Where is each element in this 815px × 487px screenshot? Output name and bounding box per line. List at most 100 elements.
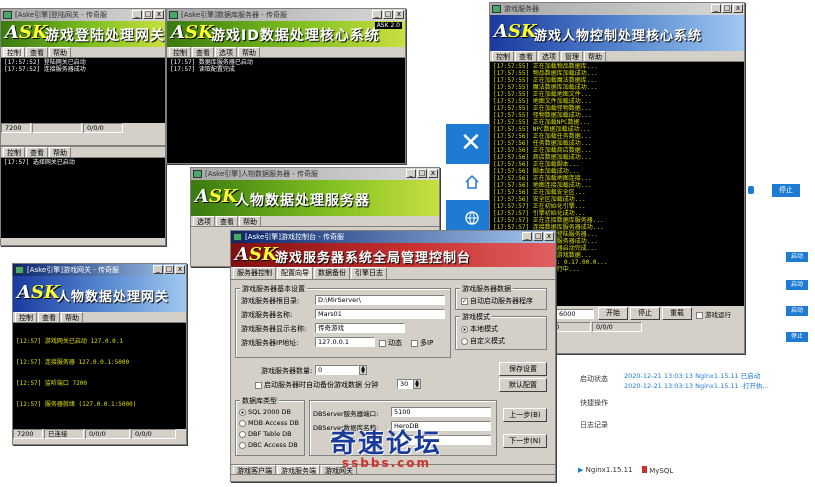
- tab-engine-log[interactable]: 引擎日志: [351, 267, 387, 279]
- ip-input[interactable]: 127.0.0.1: [315, 337, 375, 347]
- backup-minutes-input[interactable]: 30: [397, 379, 413, 389]
- menu-help[interactable]: 帮助: [238, 47, 260, 57]
- server-count-label: 游戏服务器数量:: [261, 367, 313, 375]
- service-nginx[interactable]: ▶ Nginx1.15.11: [578, 466, 633, 474]
- ask-logo: ASK: [494, 21, 537, 42]
- db-mdb-radio[interactable]: MDB Access DB: [239, 419, 299, 427]
- close-button[interactable]: x: [733, 4, 743, 13]
- menu-view[interactable]: 查看: [515, 51, 537, 61]
- maximize-button[interactable]: □: [722, 4, 732, 13]
- db-port-input[interactable]: 5100: [391, 407, 491, 417]
- mode-custom-radio[interactable]: 自定义模式: [461, 336, 505, 346]
- tab-server[interactable]: 游戏服务端: [277, 465, 320, 474]
- menu-control[interactable]: 控制: [15, 312, 37, 322]
- minimize-button[interactable]: _: [711, 4, 721, 13]
- db-sql2000-radio[interactable]: SQL 2000 DB: [239, 408, 291, 416]
- save-settings-button[interactable]: 保存设置: [499, 362, 547, 376]
- menu-view[interactable]: 查看: [26, 47, 48, 57]
- service-mysql[interactable]: MySQL: [642, 466, 673, 475]
- auto-start-checkbox[interactable]: ✓ 自动启动服务器程序: [461, 296, 533, 306]
- menu-bar: 控制 查看 选项 帮助: [167, 47, 405, 58]
- menu-options[interactable]: 选项: [538, 51, 560, 61]
- menu-options[interactable]: 选项: [193, 216, 215, 226]
- status-bar: 7200 已连接 0/0/0 0/0/0: [13, 429, 186, 439]
- menu-control[interactable]: 控制: [3, 47, 25, 57]
- globe-icon[interactable]: [464, 210, 480, 226]
- log-line-1: 2020-12-21 13:03:13 Nginx1.15.11 已启动: [624, 372, 761, 380]
- tab-client[interactable]: 游戏客户端: [233, 465, 276, 474]
- menu-view[interactable]: 查看: [216, 216, 238, 226]
- title-bar: [Aske引擎]人物数据服务器 - 传奇服 _ □ x: [191, 168, 439, 180]
- display-name-input[interactable]: 传奇游戏: [315, 323, 405, 333]
- side-start-button-1[interactable]: 启动: [786, 252, 808, 262]
- auto-backup-checkbox[interactable]: 启动服务器时自动备份游戏数据 分钟: [255, 380, 378, 390]
- close-button[interactable]: x: [394, 10, 404, 19]
- menu-view[interactable]: 查看: [26, 147, 48, 157]
- server-count-input[interactable]: 0: [315, 365, 359, 375]
- log-line: [17:57:55] 物品数据库加载成功...: [493, 70, 598, 77]
- reload-button[interactable]: 重载: [662, 307, 692, 320]
- menu-control[interactable]: 控制: [492, 51, 514, 61]
- default-config-button[interactable]: 默认配置: [499, 378, 547, 392]
- minimize-button[interactable]: _: [132, 10, 142, 19]
- stop-button[interactable]: 停止: [630, 307, 660, 320]
- maximize-button[interactable]: □: [417, 169, 427, 178]
- minimize-button[interactable]: _: [372, 10, 382, 19]
- menu-control[interactable]: 控制: [3, 147, 25, 157]
- dynamic-ip-checkbox[interactable]: 动态: [379, 338, 402, 348]
- log-line: [17:57:56] 脚本加载成功...: [493, 168, 580, 175]
- side-start-button-2[interactable]: 启动: [786, 280, 808, 290]
- title-bar: [Aske引擎]数据库服务器 - 传奇服 _ □ x: [167, 9, 405, 21]
- log-line: [17:57] 读取配置完成: [170, 66, 235, 73]
- close-icon[interactable]: ✕: [460, 130, 482, 156]
- menu-control[interactable]: 控制: [169, 47, 191, 57]
- mode-local-radio[interactable]: 本地模式: [461, 324, 498, 334]
- backup-minutes-spinner[interactable]: ▲ ▼: [413, 379, 421, 389]
- menu-view[interactable]: 查看: [38, 312, 60, 322]
- maximize-button[interactable]: □: [533, 232, 543, 241]
- server-name-label: 游戏服务器名称:: [241, 311, 293, 319]
- header-stop-button[interactable]: 停止: [772, 184, 800, 197]
- server-count-spinner[interactable]: ▲ ▼: [359, 365, 367, 375]
- home-icon[interactable]: [464, 174, 480, 190]
- maximize-button[interactable]: □: [383, 10, 393, 19]
- server-name-input[interactable]: Mars01: [315, 309, 445, 319]
- log-line: [17:57:56] 地图连接加载成功...: [493, 182, 592, 189]
- next-step-button[interactable]: 下一步(N): [503, 434, 547, 448]
- tab-data-backup[interactable]: 数据备份: [314, 267, 350, 279]
- minimize-button[interactable]: _: [153, 265, 163, 274]
- tab-config-wizard[interactable]: 配置向导: [277, 267, 313, 279]
- log-line: [17:57:56] 正在加载安全区...: [493, 189, 586, 196]
- menu-help[interactable]: 帮助: [584, 51, 606, 61]
- prev-step-button[interactable]: 上一步(B): [503, 408, 547, 422]
- maximize-button[interactable]: □: [164, 265, 174, 274]
- menu-help[interactable]: 帮助: [239, 216, 261, 226]
- minimize-button[interactable]: _: [522, 232, 532, 241]
- side-stop-button[interactable]: 停止: [786, 332, 808, 342]
- tab-server-control[interactable]: 服务器控制: [233, 267, 276, 279]
- db-dbc-radio[interactable]: DBC Access DB: [239, 441, 298, 449]
- start-button[interactable]: 开始: [598, 307, 628, 320]
- log-line: [17:57:56] 任务数据加载成功...: [493, 140, 592, 147]
- close-button[interactable]: x: [544, 232, 554, 241]
- side-start-button-3[interactable]: 启动: [786, 306, 808, 316]
- watermark: 奇速论坛 ssbbs.com: [330, 430, 442, 470]
- close-button[interactable]: x: [175, 265, 185, 274]
- maximize-button[interactable]: □: [143, 10, 153, 19]
- port-field[interactable]: 6000: [556, 309, 594, 319]
- menu-help[interactable]: 帮助: [49, 147, 71, 157]
- close-button[interactable]: x: [154, 10, 164, 19]
- header-toggle-icon[interactable]: [748, 186, 754, 194]
- menu-options[interactable]: 选项: [215, 47, 237, 57]
- minimize-button[interactable]: _: [406, 169, 416, 178]
- root-dir-input[interactable]: D:\MirServer\: [315, 295, 445, 305]
- running-checkbox[interactable]: 游戏运行: [696, 309, 731, 319]
- multi-ip-checkbox[interactable]: 多IP: [411, 338, 433, 348]
- menu-manage[interactable]: 管理: [561, 51, 583, 61]
- menu-help[interactable]: 帮助: [49, 47, 71, 57]
- close-button[interactable]: x: [428, 169, 438, 178]
- banner-title: 游戏服务器系统全局管理控制台: [275, 251, 472, 266]
- db-dbf-radio[interactable]: DBF Table DB: [239, 430, 292, 438]
- menu-help[interactable]: 帮助: [61, 312, 83, 322]
- menu-view[interactable]: 查看: [192, 47, 214, 57]
